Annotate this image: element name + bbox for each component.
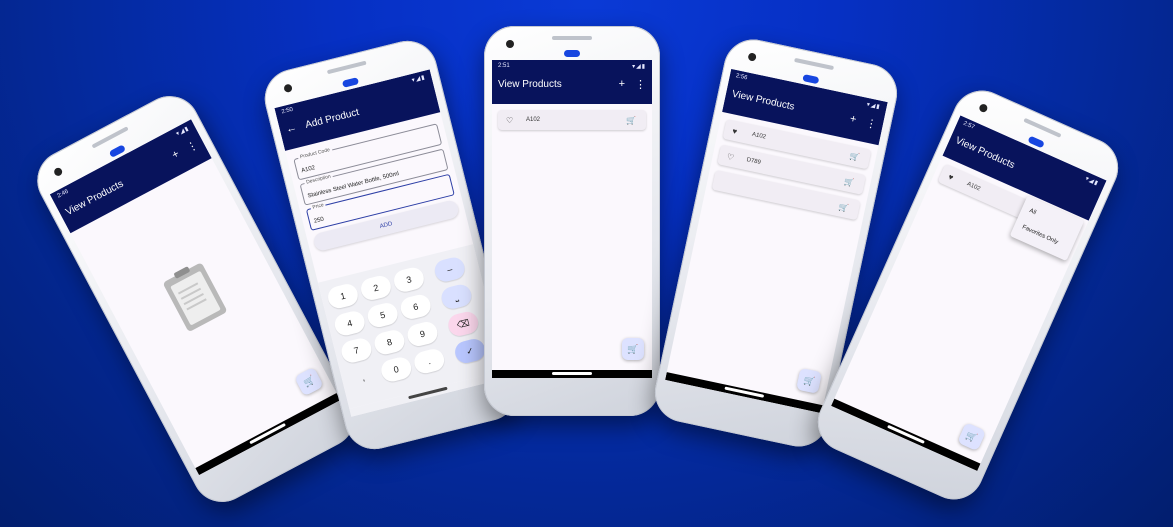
more-icon[interactable]: ⋮ (635, 78, 646, 91)
key-comma[interactable]: , (346, 363, 380, 392)
product-code: A102 (751, 131, 767, 141)
app-bar: 2:46 ▾◢▮ View Products + ⋮ (49, 119, 212, 234)
heart-filled-icon[interactable]: ♥ (732, 126, 746, 137)
signal-icon: ▾◢▮ (175, 125, 191, 138)
heart-icon[interactable]: ♡ (726, 152, 740, 163)
status-time: 2:51 (498, 63, 510, 69)
page-title: View Products (498, 79, 562, 90)
signal-icon: ▾◢▮ (632, 64, 646, 70)
add-icon[interactable]: + (170, 148, 182, 163)
key-0[interactable]: 0 (379, 355, 414, 384)
key-dash[interactable]: – (432, 255, 467, 284)
clipboard-icon (162, 262, 228, 333)
cart-icon[interactable]: 🛒 (838, 202, 850, 213)
cart-icon: 🛒 (964, 429, 980, 444)
speaker (794, 57, 835, 71)
camera (747, 52, 757, 62)
status-time: 2:50 (280, 106, 294, 116)
product-code: D789 (745, 157, 762, 166)
field-value: 250 (313, 216, 325, 225)
product-code: A102 (526, 117, 541, 123)
phone-product-list: 2:51 ▾◢▮ View Products + ⋮ ♡ A102 🛒 🛒 (484, 26, 660, 416)
signal-icon: ▾◢▮ (411, 74, 427, 84)
speaker (552, 36, 592, 40)
cart-icon: 🛒 (627, 343, 639, 354)
nav-bar (831, 398, 981, 471)
camera (52, 166, 64, 178)
signal-icon: ▾◢▮ (866, 101, 882, 111)
list-item[interactable]: ♡ A102 🛒 (498, 110, 646, 130)
more-icon[interactable]: ⋮ (184, 138, 200, 155)
cart-icon: 🛒 (301, 374, 317, 389)
key-2[interactable]: 2 (358, 273, 394, 303)
key-done[interactable]: ✓ (452, 336, 488, 366)
page-title: Add Product (304, 106, 361, 131)
cart-button[interactable]: 🛒 (796, 367, 823, 394)
key-period[interactable]: . (412, 346, 447, 376)
camera (506, 40, 514, 48)
cart-icon: 🛒 (802, 374, 816, 387)
earpiece (341, 77, 360, 88)
speaker (1023, 117, 1062, 138)
speaker (326, 60, 367, 75)
earpiece (802, 74, 820, 85)
cart-button[interactable]: 🛒 (294, 366, 324, 397)
key-9[interactable]: 9 (405, 319, 440, 349)
key-5[interactable]: 5 (365, 300, 400, 330)
key-1[interactable]: 1 (325, 281, 361, 311)
key-4[interactable]: 4 (332, 309, 367, 338)
key-6[interactable]: 6 (398, 292, 433, 322)
signal-icon: ▾◢▮ (1084, 176, 1100, 188)
heart-filled-icon[interactable]: ♥ (947, 172, 962, 185)
status-time: 2:57 (962, 120, 976, 131)
key-7[interactable]: 7 (339, 336, 374, 365)
cart-button[interactable]: 🛒 (957, 422, 987, 452)
heart-icon[interactable] (722, 181, 734, 183)
nav-bar (195, 393, 341, 476)
add-icon[interactable]: + (849, 113, 858, 127)
screen: 2:51 ▾◢▮ View Products + ⋮ ♡ A102 🛒 🛒 (492, 60, 652, 378)
status-time: 2:46 (56, 188, 70, 200)
nav-bar (492, 370, 652, 378)
status-time: 2:56 (735, 73, 748, 82)
back-icon[interactable]: ← (285, 121, 299, 135)
key-8[interactable]: 8 (372, 327, 407, 357)
heart-icon[interactable]: ♡ (506, 116, 518, 125)
camera (283, 83, 293, 94)
key-3[interactable]: 3 (391, 265, 427, 294)
camera (978, 102, 989, 114)
product-code: A102 (965, 181, 982, 193)
cart-button[interactable]: 🛒 (622, 338, 644, 360)
more-icon[interactable]: ⋮ (865, 116, 878, 131)
cart-icon[interactable]: 🛒 (844, 176, 856, 187)
key-backspace[interactable]: ⌫ (446, 309, 481, 339)
cart-icon[interactable]: 🛒 (626, 116, 636, 125)
app-bar: 2:51 ▾◢▮ View Products + ⋮ (492, 60, 652, 104)
add-icon[interactable]: + (619, 78, 625, 91)
page-title: View Products (730, 88, 796, 113)
cart-icon[interactable]: 🛒 (849, 151, 861, 162)
field-value: A102 (300, 165, 316, 175)
key-space[interactable]: ⎵ (439, 282, 474, 312)
earpiece (564, 50, 580, 57)
status-bar: 2:51 ▾◢▮ (498, 63, 646, 70)
